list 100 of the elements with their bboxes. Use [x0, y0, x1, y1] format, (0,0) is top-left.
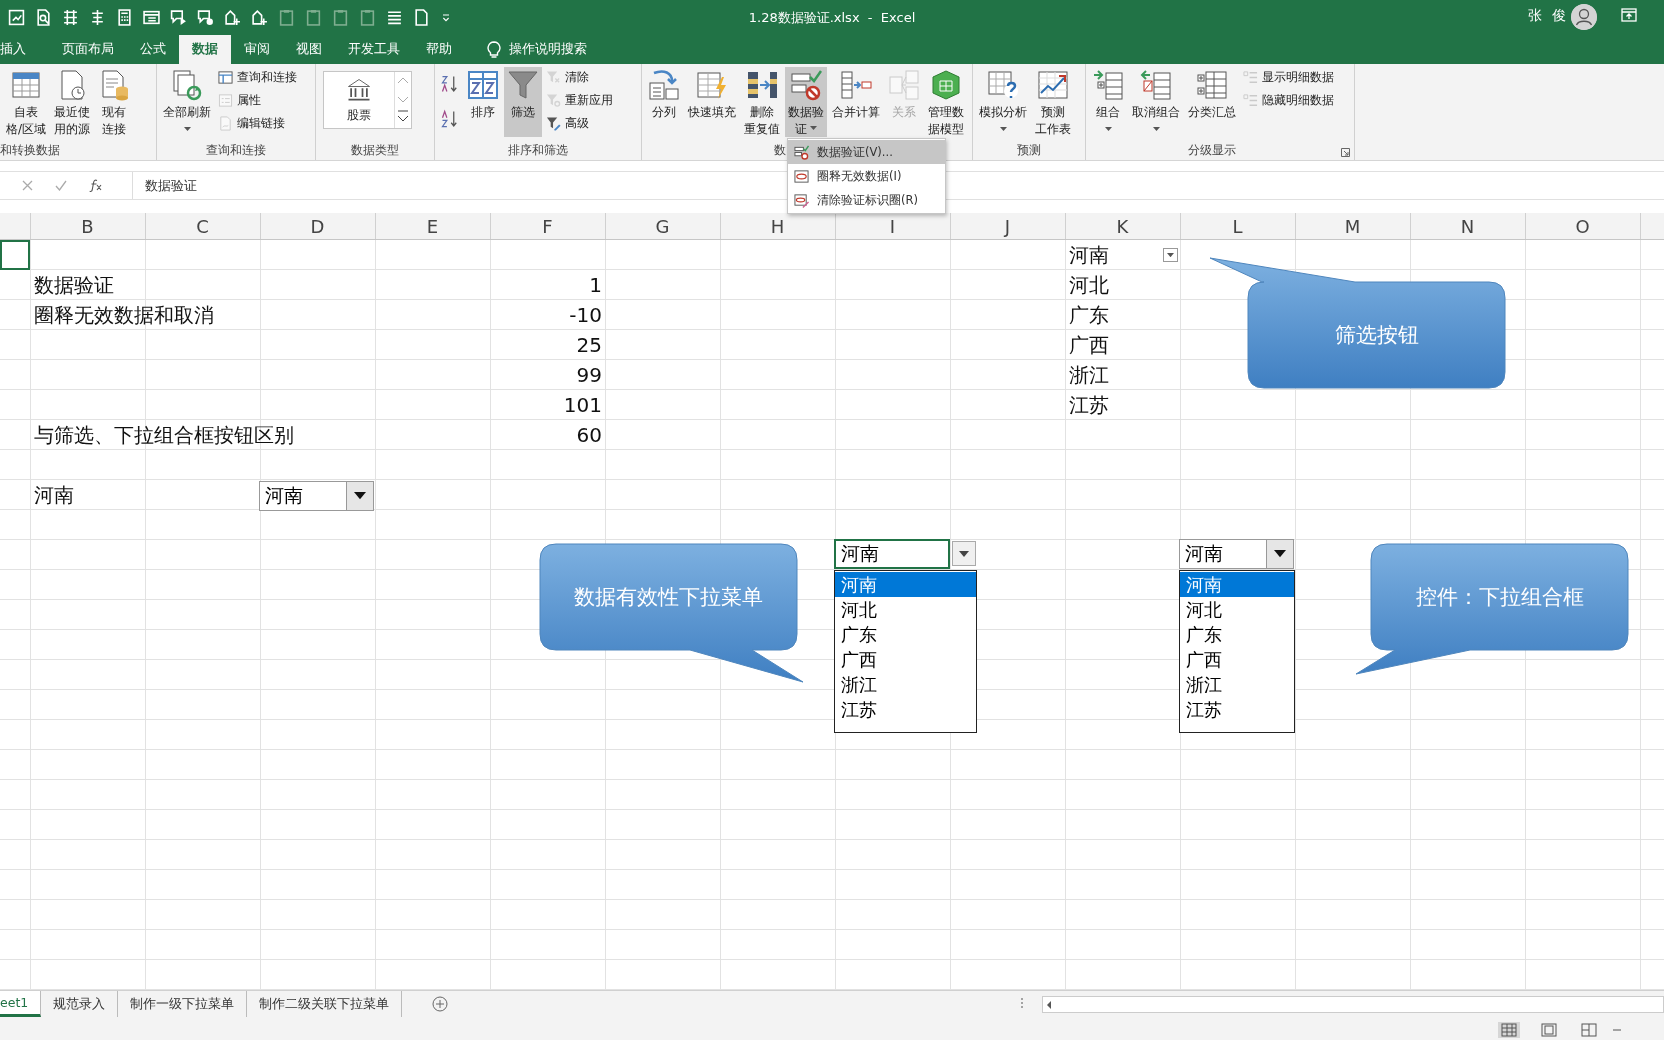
avatar-icon[interactable] [1571, 4, 1597, 30]
ribbon-button[interactable]: 查询和连接 [216, 67, 299, 88]
speech-stop-icon[interactable] [197, 9, 214, 26]
lines-icon[interactable] [386, 9, 403, 26]
list-option[interactable]: 江苏 [835, 697, 976, 722]
combo-box[interactable]: 河南 [1179, 539, 1294, 569]
splitter-handle-icon[interactable] [1020, 996, 1024, 1010]
ribbon-tab[interactable]: 插入 [0, 35, 39, 64]
ribbon-button[interactable]: 合并计算 [829, 67, 883, 137]
ribbon-display-icon[interactable] [1621, 8, 1637, 22]
page-layout-icon[interactable] [1538, 1022, 1560, 1038]
list-option[interactable]: 广西 [1180, 647, 1294, 672]
column-header[interactable]: I [835, 213, 950, 239]
customize-caret-icon[interactable] [440, 11, 452, 24]
menu-item[interactable]: 圈释无效数据(I) [788, 164, 945, 188]
clipboard-icon[interactable] [305, 9, 322, 26]
dropdown-button[interactable] [346, 482, 373, 510]
distribute-icon[interactable] [62, 9, 79, 26]
normal-view-icon[interactable] [1498, 1022, 1520, 1038]
combo-box[interactable]: 河南 [259, 481, 374, 511]
ribbon-tab[interactable]: 公式 [127, 35, 179, 64]
column-header[interactable]: G [605, 213, 720, 239]
data-type-gallery[interactable]: 股票 [323, 71, 412, 129]
column-header[interactable]: C [145, 213, 260, 239]
ribbon-button[interactable]: 现有 连接 [95, 67, 134, 137]
column-header[interactable]: N [1410, 213, 1525, 239]
page-icon[interactable] [413, 9, 430, 26]
dialog-launcher-icon[interactable] [1341, 148, 1350, 157]
window-icon[interactable] [143, 9, 160, 26]
column-header[interactable]: D [260, 213, 375, 239]
list-option[interactable]: 浙江 [1180, 672, 1294, 697]
list-option[interactable]: 广西 [835, 647, 976, 672]
list-option[interactable]: 江苏 [1180, 697, 1294, 722]
subtotal-icon [1196, 69, 1228, 101]
add-sheet-icon[interactable] [432, 996, 449, 1012]
insert-function-icon[interactable] [89, 179, 103, 192]
column-header[interactable]: M [1295, 213, 1410, 239]
clipboard-icon[interactable] [359, 9, 376, 26]
lightbulb-icon[interactable] [487, 40, 501, 59]
ribbon-button[interactable]: 预测 工作表 [1032, 67, 1074, 137]
column-header[interactable]: E [375, 213, 490, 239]
dropdown-arrow-icon [1274, 550, 1286, 558]
gallery-item[interactable]: 股票 [347, 107, 371, 124]
cell-text: -10 [568, 303, 603, 329]
search-box[interactable]: 操作说明搜索 [509, 41, 587, 58]
ribbon-button[interactable]: 管理数 据模型 [925, 67, 967, 137]
dropdown-button[interactable] [952, 541, 976, 566]
ribbon-button[interactable]: 删除 重复值 [741, 67, 783, 137]
list-option[interactable]: 河南 [835, 572, 976, 597]
column-header[interactable]: K [1065, 213, 1180, 239]
validation-cell[interactable]: 河南 [834, 539, 950, 569]
clipboard-icon[interactable] [278, 9, 295, 26]
ribbon-button[interactable]: 取消组合 [1129, 67, 1183, 137]
ribbon-tab[interactable]: 开发工具 [335, 35, 413, 64]
align-icon[interactable] [89, 9, 106, 26]
ribbon-tab[interactable]: 页面布局 [49, 35, 127, 64]
shape-add-icon[interactable] [224, 9, 241, 26]
validation-icon [794, 144, 809, 160]
print-preview-icon[interactable] [35, 9, 52, 26]
ribbon-button[interactable]: 数据验 证 [785, 67, 827, 137]
column-header[interactable]: H [720, 213, 835, 239]
ribbon-tab[interactable]: 帮助 [413, 35, 465, 64]
menu-item[interactable]: 数据验证(V)... [788, 140, 945, 164]
horizontal-scrollbar[interactable] [1042, 996, 1664, 1013]
ribbon-button[interactable]: 快速填充 [685, 67, 739, 137]
ribbon-tab[interactable]: 数据 [179, 35, 231, 64]
column-header[interactable]: L [1180, 213, 1295, 239]
column-header[interactable]: O [1525, 213, 1640, 239]
list-option[interactable]: 浙江 [835, 672, 976, 697]
ribbon-button[interactable]: 模拟分析 [976, 67, 1030, 137]
list-option[interactable]: 河北 [1180, 597, 1294, 622]
list-option[interactable]: 河北 [835, 597, 976, 622]
ribbon-tab[interactable]: 视图 [283, 35, 335, 64]
column-header[interactable]: F [490, 213, 605, 239]
shape-add-icon[interactable] [251, 9, 268, 26]
column-header[interactable]: J [950, 213, 1065, 239]
list-option[interactable]: 广东 [835, 622, 976, 647]
speech-play-icon[interactable] [170, 9, 187, 26]
ribbon-button[interactable]: 分列 [645, 67, 683, 137]
clipboard-icon[interactable] [332, 9, 349, 26]
dropdown-button[interactable] [1266, 540, 1293, 568]
list-option[interactable]: 广东 [1180, 622, 1294, 647]
list-option[interactable]: 河南 [1180, 572, 1294, 597]
ribbon-button[interactable]: 全部刷新 [160, 67, 214, 137]
menu-item[interactable]: 清除验证标识圈(R) [788, 188, 945, 212]
sheet-tab[interactable]: eet1 [0, 991, 42, 1017]
ribbon-button[interactable]: 组合 [1089, 67, 1127, 137]
column-header[interactable]: B [30, 213, 145, 239]
active-cell[interactable] [0, 240, 30, 270]
formula-input[interactable]: 数据验证 [133, 176, 197, 195]
ribbon-button[interactable]: 高级 [544, 113, 615, 134]
ribbon-button[interactable]: 最近使 用的源 [51, 67, 94, 137]
page-break-icon[interactable] [1578, 1022, 1600, 1038]
ribbon-button[interactable]: 排序 [464, 67, 502, 137]
ribbon-tab[interactable]: 审阅 [231, 35, 283, 64]
calculator-icon[interactable] [116, 9, 133, 26]
ribbon-button[interactable]: 筛选 [504, 67, 542, 137]
ribbon-button[interactable]: 分类汇总 [1185, 67, 1239, 137]
ribbon-button[interactable]: 自表 格/区域 [3, 67, 50, 137]
filter-button[interactable] [1163, 248, 1178, 262]
